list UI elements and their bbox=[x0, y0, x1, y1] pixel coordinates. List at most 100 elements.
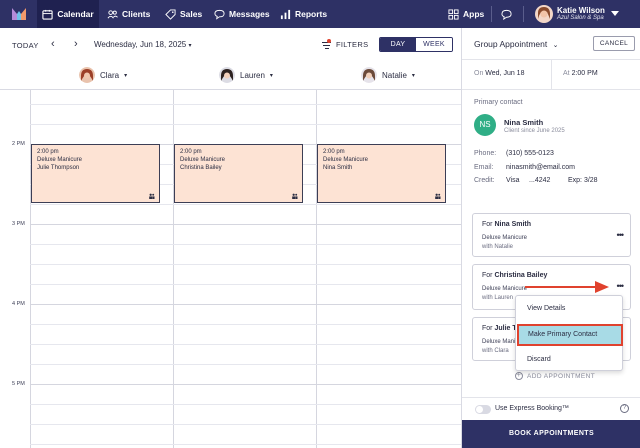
day-view-button[interactable]: DAY bbox=[380, 38, 416, 51]
staff-avatar bbox=[79, 67, 95, 83]
today-button[interactable]: TODAY bbox=[12, 41, 39, 50]
nav-messages[interactable]: Messages bbox=[214, 0, 270, 28]
staff-name: Lauren bbox=[240, 70, 265, 80]
chevron-right-icon[interactable]: › bbox=[74, 38, 84, 50]
slot-line bbox=[30, 344, 461, 345]
appointment-time: 2:00 pm bbox=[180, 149, 202, 155]
date-field[interactable]: On Wed, Jun 18 bbox=[474, 70, 524, 77]
appointment-block[interactable]: 2:00 pm Deluxe Manicure Julie Thompson bbox=[31, 144, 160, 203]
express-booking-label: Use Express Booking™ bbox=[495, 405, 569, 412]
slot-line bbox=[30, 284, 461, 285]
appointment-type-selector[interactable]: Group Appointment ⌄ bbox=[474, 39, 559, 49]
tag-icon bbox=[165, 8, 176, 20]
slot-line bbox=[30, 204, 461, 205]
user-business: Azul Salon & Spa bbox=[557, 15, 604, 21]
member-service: Deluxe Manicure bbox=[482, 235, 528, 241]
week-view-button[interactable]: WEEK bbox=[416, 38, 452, 51]
view-details-menu-item[interactable]: View Details bbox=[516, 298, 624, 320]
member-service: Deluxe Manicure bbox=[482, 286, 528, 292]
time-label: 4 PM bbox=[12, 301, 25, 307]
appointment-when: On Wed, Jun 18 At 2:00 PM bbox=[462, 60, 640, 90]
client-initials-avatar[interactable]: NS bbox=[474, 114, 496, 136]
nav-clients[interactable]: Clients bbox=[107, 0, 150, 28]
red-arrow-annotation bbox=[525, 281, 609, 293]
time-field[interactable]: At 2:00 PM bbox=[563, 70, 598, 77]
group-icon bbox=[435, 193, 441, 199]
hour-line bbox=[30, 304, 461, 305]
nav-reports-label: Reports bbox=[295, 9, 328, 19]
card-for: For Nina Smith bbox=[482, 221, 531, 228]
chevron-down-icon: ▾ bbox=[124, 72, 128, 79]
slot-line bbox=[30, 104, 461, 105]
slot-line bbox=[30, 244, 461, 245]
member-name: Christina Bailey bbox=[494, 272, 548, 279]
filter-icon bbox=[322, 38, 332, 49]
nav-reports[interactable]: Reports bbox=[280, 0, 327, 28]
plus-icon: + bbox=[515, 372, 523, 380]
hour-line bbox=[30, 224, 461, 225]
apps-grid-icon bbox=[448, 8, 459, 20]
slot-line bbox=[30, 124, 461, 125]
filters-label: FILTERS bbox=[336, 40, 369, 49]
user-info[interactable]: Katie Wilson Azul Salon & Spa bbox=[557, 6, 605, 22]
client-name[interactable]: Nina Smith bbox=[504, 118, 543, 127]
more-options-icon[interactable]: ••• bbox=[617, 281, 625, 291]
nav-calendar[interactable]: Calendar bbox=[37, 0, 99, 28]
chevron-down-icon: ⌄ bbox=[552, 42, 559, 49]
member-staff: with Lauren bbox=[482, 295, 514, 301]
credit-card-brand: Visa bbox=[506, 177, 520, 184]
chevron-left-icon[interactable]: ‹ bbox=[51, 38, 61, 50]
user-avatar[interactable] bbox=[535, 5, 553, 23]
nav-apps-label: Apps bbox=[463, 9, 485, 19]
appointment-side-panel: Group Appointment ⌄ CANCEL On Wed, Jun 1… bbox=[461, 28, 640, 448]
nav-sales[interactable]: Sales bbox=[165, 0, 202, 28]
day-calendar-grid[interactable]: 2 PM 3 PM 4 PM 5 PM 2:00 pm Deluxe Manic… bbox=[0, 90, 461, 448]
group-member-card[interactable]: For Nina Smith Deluxe Manicure with Nata… bbox=[472, 213, 631, 257]
make-primary-contact-menu-item[interactable]: Make Primary Contact bbox=[517, 324, 623, 346]
help-icon[interactable]: ? bbox=[620, 404, 629, 413]
filters-button[interactable]: FILTERS bbox=[322, 38, 369, 49]
slot-line bbox=[30, 324, 461, 325]
speech-bubble-icon bbox=[501, 9, 512, 20]
chat-icon bbox=[214, 9, 225, 20]
slot-line bbox=[30, 364, 461, 365]
staff-selector-lauren[interactable]: Lauren ▾ bbox=[219, 67, 273, 83]
member-staff: with Clara bbox=[482, 348, 509, 354]
at-label: At bbox=[563, 70, 570, 77]
staff-selector-natalie[interactable]: Natalie ▾ bbox=[361, 67, 415, 83]
notifications-button[interactable] bbox=[501, 0, 512, 28]
cancel-button[interactable]: CANCEL bbox=[593, 36, 635, 51]
chevron-down-icon: ▾ bbox=[269, 72, 273, 79]
staff-selector-clara[interactable]: Clara ▾ bbox=[79, 67, 127, 83]
group-icon bbox=[149, 193, 155, 199]
clients-icon bbox=[107, 9, 118, 18]
for-label: For bbox=[482, 272, 493, 279]
appointment-service: Deluxe Manicure bbox=[180, 157, 226, 163]
on-value: Wed, Jun 18 bbox=[485, 70, 525, 77]
hour-line bbox=[30, 384, 461, 385]
time-label: 2 PM bbox=[12, 141, 25, 147]
book-appointments-button[interactable]: BOOK APPOINTMENTS bbox=[462, 420, 640, 448]
slot-line bbox=[30, 444, 461, 445]
divider bbox=[551, 60, 552, 90]
express-booking-toggle[interactable] bbox=[475, 405, 491, 414]
nav-divider bbox=[523, 6, 524, 22]
for-label: For bbox=[482, 221, 493, 228]
nav-divider bbox=[491, 6, 492, 22]
user-menu-chevron-icon[interactable] bbox=[611, 11, 619, 16]
app-logo-icon[interactable] bbox=[11, 6, 27, 22]
add-appointment-button[interactable]: + ADD APPOINTMENT bbox=[515, 372, 595, 380]
date-selector[interactable]: Wednesday, Jun 18, 2025 ▾ bbox=[94, 40, 191, 49]
nav-apps[interactable]: Apps bbox=[448, 0, 484, 28]
time-label: 5 PM bbox=[12, 381, 25, 387]
member-staff: with Natalie bbox=[482, 244, 514, 250]
add-appointment-label: ADD APPOINTMENT bbox=[527, 372, 596, 380]
current-date: Wednesday, Jun 18, 2025 bbox=[94, 40, 187, 49]
appointment-block[interactable]: 2:00 pm Deluxe Manicure Nina Smith bbox=[317, 144, 446, 203]
discard-menu-item[interactable]: Discard bbox=[516, 349, 624, 371]
more-options-icon[interactable]: ••• bbox=[617, 230, 625, 240]
time-label: 3 PM bbox=[12, 221, 25, 227]
slot-line bbox=[30, 404, 461, 405]
on-label: On bbox=[474, 70, 484, 77]
appointment-block[interactable]: 2:00 pm Deluxe Manicure Christina Bailey bbox=[174, 144, 303, 203]
